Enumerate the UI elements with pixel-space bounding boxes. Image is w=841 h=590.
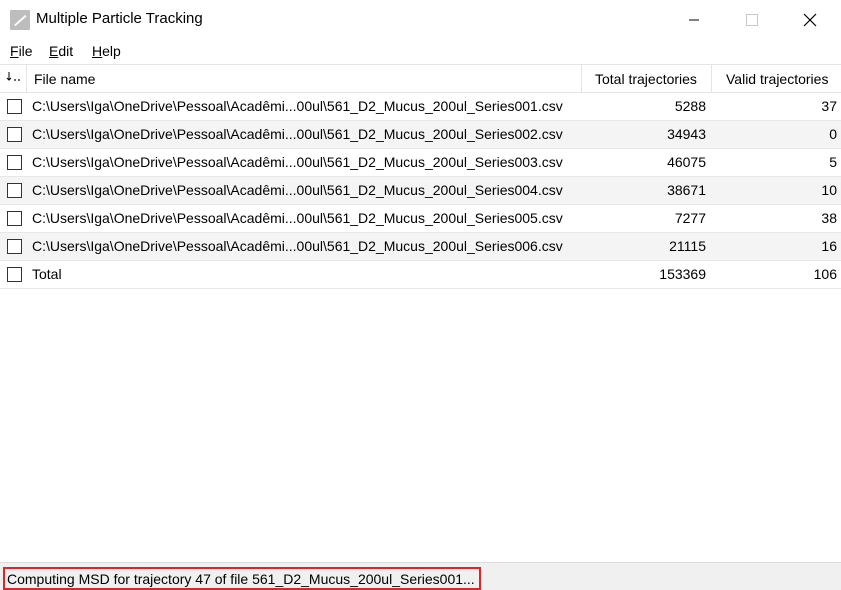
app-icon: [10, 10, 30, 30]
table-row[interactable]: C:\Users\Iga\OneDrive\Pessoal\Acadêmi...…: [0, 121, 841, 149]
row-valid-trajectories: 16: [821, 238, 837, 254]
close-icon: [803, 13, 817, 27]
total-row[interactable]: Total 153369 106: [0, 261, 841, 289]
header-total-trajectories[interactable]: Total trajectories: [595, 65, 697, 93]
row-valid-trajectories: 10: [821, 182, 837, 198]
table-row[interactable]: C:\Users\Iga\OneDrive\Pessoal\Acadêmi...…: [0, 93, 841, 121]
row-total-trajectories: 38671: [667, 182, 706, 198]
total-checkbox[interactable]: [7, 267, 22, 282]
minimize-icon: [689, 19, 699, 21]
header-separator: [26, 65, 27, 93]
header-file-name[interactable]: File name: [34, 65, 95, 93]
row-valid-trajectories: 5: [829, 154, 837, 170]
menu-help[interactable]: Help: [92, 43, 121, 59]
maximize-icon: [746, 14, 758, 26]
table-row[interactable]: C:\Users\Iga\OneDrive\Pessoal\Acadêmi...…: [0, 233, 841, 261]
row-file-name: C:\Users\Iga\OneDrive\Pessoal\Acadêmi...…: [32, 154, 563, 170]
table-row[interactable]: C:\Users\Iga\OneDrive\Pessoal\Acadêmi...…: [0, 149, 841, 177]
row-total-trajectories: 46075: [667, 154, 706, 170]
file-table: File name Total trajectories Valid traje…: [0, 64, 841, 289]
header-valid-trajectories[interactable]: Valid trajectories: [726, 65, 828, 93]
row-total-trajectories: 21115: [669, 238, 706, 254]
menu-edit[interactable]: Edit: [49, 43, 73, 59]
row-checkbox[interactable]: [7, 155, 22, 170]
total-label: Total: [32, 266, 62, 282]
status-bar: Computing MSD for trajectory 47 of file …: [0, 562, 841, 590]
menu-edit-mnemonic: E: [49, 43, 59, 59]
row-file-name: C:\Users\Iga\OneDrive\Pessoal\Acadêmi...…: [32, 98, 563, 114]
menu-bar: File Edit Help: [0, 40, 841, 64]
menu-edit-label: dit: [58, 43, 74, 59]
table-row[interactable]: C:\Users\Iga\OneDrive\Pessoal\Acadêmi...…: [0, 177, 841, 205]
row-valid-trajectories: 38: [821, 210, 837, 226]
table-header: File name Total trajectories Valid traje…: [0, 64, 841, 93]
header-separator: [711, 65, 712, 93]
menu-help-label: elp: [102, 43, 121, 59]
row-file-name: C:\Users\Iga\OneDrive\Pessoal\Acadêmi...…: [32, 182, 563, 198]
title-bar: Multiple Particle Tracking: [0, 0, 841, 40]
row-total-trajectories: 34943: [667, 126, 706, 142]
total-trajectories-sum: 153369: [659, 266, 706, 282]
row-valid-trajectories: 37: [821, 98, 837, 114]
window-title: Multiple Particle Tracking: [36, 10, 203, 27]
sort-toggle-icon: [6, 72, 20, 81]
header-check-column[interactable]: [6, 65, 22, 93]
menu-file-label: ile: [18, 43, 33, 59]
status-message: Computing MSD for trajectory 47 of file …: [3, 567, 481, 590]
row-checkbox[interactable]: [7, 211, 22, 226]
header-separator: [581, 65, 582, 93]
row-checkbox[interactable]: [7, 99, 22, 114]
row-checkbox[interactable]: [7, 183, 22, 198]
row-total-trajectories: 7277: [674, 210, 706, 226]
row-file-name: C:\Users\Iga\OneDrive\Pessoal\Acadêmi...…: [32, 126, 563, 142]
minimize-button[interactable]: [666, 0, 722, 40]
row-file-name: C:\Users\Iga\OneDrive\Pessoal\Acadêmi...…: [32, 210, 563, 226]
menu-file[interactable]: File: [10, 43, 33, 59]
menu-help-mnemonic: H: [92, 43, 103, 59]
maximize-button[interactable]: [724, 0, 780, 40]
table-row[interactable]: C:\Users\Iga\OneDrive\Pessoal\Acadêmi...…: [0, 205, 841, 233]
row-valid-trajectories: 0: [829, 126, 837, 142]
row-file-name: C:\Users\Iga\OneDrive\Pessoal\Acadêmi...…: [32, 238, 563, 254]
row-total-trajectories: 5288: [674, 98, 706, 114]
row-checkbox[interactable]: [7, 239, 22, 254]
valid-trajectories-sum: 106: [813, 266, 837, 282]
close-button[interactable]: [782, 0, 838, 40]
menu-file-mnemonic: F: [10, 43, 19, 59]
row-checkbox[interactable]: [7, 127, 22, 142]
